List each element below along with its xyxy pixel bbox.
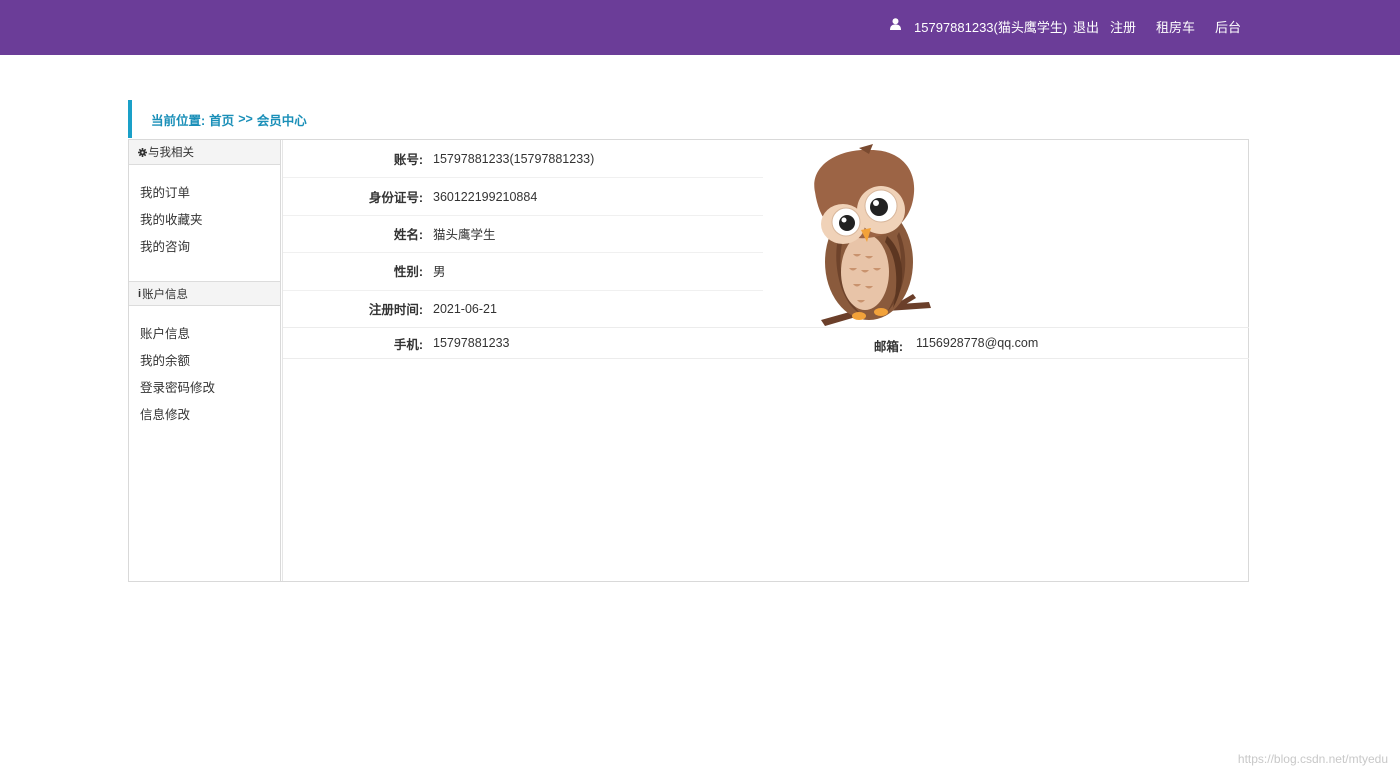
sidebar-item-my-inquiries[interactable]: 我的咨询 bbox=[140, 237, 280, 264]
member-center-panel: 与我相关 我的订单 我的收藏夹 我的咨询 i 账户信息 账户信息 我的余额 登录… bbox=[128, 139, 1249, 582]
admin-link[interactable]: 后台 bbox=[1215, 17, 1241, 36]
top-nav-bar: 15797881233(猫头鹰学生) 退出 注册 租房车 后台 bbox=[0, 0, 1400, 55]
regtime-value: 2021-06-21 bbox=[433, 301, 497, 316]
sidebar-related-list: 我的订单 我的收藏夹 我的咨询 bbox=[129, 165, 280, 281]
sidebar-item-edit-info[interactable]: 信息修改 bbox=[140, 405, 280, 432]
register-link[interactable]: 注册 bbox=[1110, 17, 1136, 36]
sidebar-item-change-password[interactable]: 登录密码修改 bbox=[140, 378, 280, 405]
account-value: 15797881233(15797881233) bbox=[433, 151, 595, 166]
profile-content: 账号: 15797881233(15797881233) 身份证号: 36012… bbox=[282, 140, 1249, 581]
breadcrumb-separator: >> bbox=[238, 112, 253, 126]
sidebar-account-list: 账户信息 我的余额 登录密码修改 信息修改 bbox=[129, 306, 280, 449]
sidebar-item-my-favorites[interactable]: 我的收藏夹 bbox=[140, 210, 280, 237]
account-label: 账号: bbox=[393, 153, 423, 168]
sidebar-section-account-title: 账户信息 bbox=[142, 288, 189, 301]
gear-icon bbox=[138, 147, 147, 157]
rent-car-link[interactable]: 租房车 bbox=[1156, 17, 1195, 36]
sidebar-item-account-info[interactable]: 账户信息 bbox=[140, 324, 280, 351]
idcard-value: 360122199210884 bbox=[433, 189, 538, 204]
watermark-text: https://blog.csdn.net/mtyedu bbox=[1237, 752, 1388, 766]
sidebar: 与我相关 我的订单 我的收藏夹 我的咨询 i 账户信息 账户信息 我的余额 登录… bbox=[129, 140, 281, 581]
phone-row: 手机: 15797881233 bbox=[283, 328, 510, 358]
breadcrumb-home-link[interactable]: 首页 bbox=[209, 110, 234, 129]
owl-avatar-image bbox=[814, 144, 931, 326]
current-user-name[interactable]: 15797881233(猫头鹰学生) bbox=[914, 17, 1067, 36]
breadcrumb-prefix: 当前位置: bbox=[151, 113, 206, 128]
row-divider bbox=[283, 358, 1249, 359]
sidebar-section-account-header: i 账户信息 bbox=[129, 281, 280, 306]
idcard-row: 身份证号: 360122199210884 bbox=[283, 178, 537, 216]
sidebar-item-my-balance[interactable]: 我的余额 bbox=[140, 351, 280, 378]
account-row: 账号: 15797881233(15797881233) bbox=[283, 140, 594, 178]
breadcrumb-current: 会员中心 bbox=[256, 113, 307, 128]
name-value: 猫头鹰学生 bbox=[433, 228, 496, 243]
gender-value: 男 bbox=[433, 265, 446, 280]
phone-value: 15797881233 bbox=[433, 336, 510, 350]
idcard-label: 身份证号: bbox=[368, 191, 423, 206]
name-row: 姓名: 猫头鹰学生 bbox=[283, 215, 496, 253]
user-icon bbox=[890, 18, 901, 30]
email-value: 1156928778@qq.com bbox=[916, 336, 1039, 350]
sidebar-section-related-title: 与我相关 bbox=[148, 147, 194, 159]
sidebar-item-my-orders[interactable]: 我的订单 bbox=[140, 183, 280, 210]
regtime-row: 注册时间: 2021-06-21 bbox=[283, 290, 497, 328]
info-icon: i bbox=[138, 287, 142, 300]
regtime-label: 注册时间: bbox=[368, 303, 423, 318]
email-label: 邮箱: bbox=[873, 340, 903, 354]
phone-label: 手机: bbox=[393, 337, 423, 352]
name-label: 姓名: bbox=[393, 228, 423, 243]
sidebar-section-related-header: 与我相关 bbox=[129, 140, 280, 165]
breadcrumb: 当前位置: 首页 >> 会员中心 bbox=[128, 100, 307, 138]
logout-link[interactable]: 退出 bbox=[1073, 17, 1099, 36]
gender-row: 性别: 男 bbox=[283, 252, 446, 290]
gender-label: 性别: bbox=[393, 265, 423, 280]
